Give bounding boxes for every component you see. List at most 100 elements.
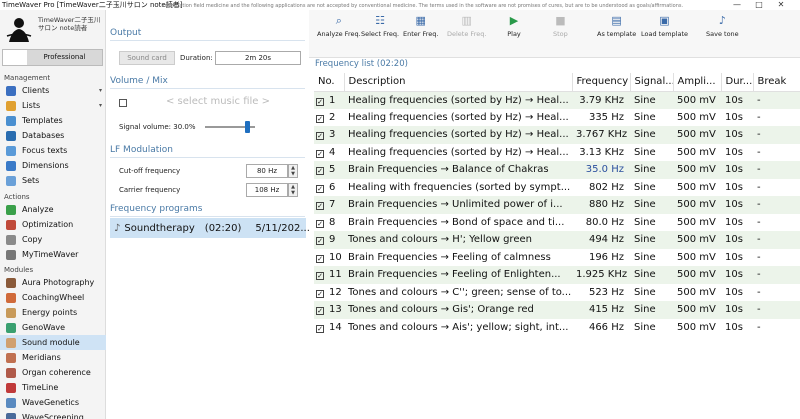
column-header[interactable]: Ampli... <box>673 73 722 92</box>
table-row[interactable]: ✓ 11 Brain Frequencies → Feeling of Enligh… <box>314 266 800 284</box>
table-row[interactable]: ✓ 5 Brain Frequencies → Balance of Chakras… <box>314 161 800 179</box>
table-row[interactable]: ✓ 2 Healing frequencies (sorted by Hz) → H… <box>314 109 800 127</box>
table-row[interactable]: ✓ 9 Tones and colours → H'; Yellow green 49… <box>314 231 800 249</box>
save-tone-button[interactable]: ♪ Save tone <box>706 14 739 38</box>
sidebar-item-sets[interactable]: Sets <box>0 173 106 188</box>
column-header[interactable]: Signal... <box>630 73 674 92</box>
row-checkbox[interactable]: ✓ <box>316 149 324 158</box>
template-icon: ▤ <box>611 14 622 27</box>
cell-amp: 500 mV <box>673 126 721 144</box>
sidebar-item-wavegenetics[interactable]: WaveGenetics <box>0 395 106 410</box>
analyze-freq-button[interactable]: ⌕ Analyze Freq. <box>317 14 361 38</box>
sidebar-item-mytimewaver[interactable]: MyTimeWaver <box>0 247 106 262</box>
delete-freq-button[interactable]: ▥ Delete Freq. <box>447 14 486 38</box>
column-header[interactable]: Dur... <box>721 73 754 92</box>
cell-amp: 500 mV <box>673 196 721 214</box>
sidebar-item-sound-module[interactable]: Sound module <box>0 335 106 350</box>
table-row[interactable]: ✓ 12 Tones and colours → C''; green; sense… <box>314 284 800 302</box>
cutoff-frequency-field[interactable]: 80 Hz <box>246 164 288 178</box>
row-checkbox[interactable]: ✓ <box>316 324 324 333</box>
cell-freq: 196 Hz <box>588 251 624 263</box>
professional-button[interactable]: Professional <box>2 49 103 66</box>
table-row[interactable]: ✓ 4 Healing frequencies (sorted by Hz) → H… <box>314 144 800 162</box>
sidebar-item-focus-texts[interactable]: Focus texts <box>0 143 106 158</box>
profile-toggle-left[interactable] <box>3 50 27 65</box>
signal-volume-slider-handle[interactable] <box>245 121 250 133</box>
sidebar-item-lists[interactable]: Lists ▾ <box>0 98 106 113</box>
sidebar-item-clients[interactable]: Clients ▾ <box>0 83 106 98</box>
cell-freq: 3.767 KHz <box>572 126 630 144</box>
sidebar-item-templates[interactable]: Templates <box>0 113 106 128</box>
row-checkbox[interactable]: ✓ <box>316 184 324 193</box>
enter-freq-button[interactable]: ▦ Enter Freq. <box>403 14 439 38</box>
row-checkbox[interactable]: ✓ <box>316 254 324 263</box>
sidebar-item-genowave[interactable]: GenoWave <box>0 320 106 335</box>
as-template-button[interactable]: ▤ As template <box>597 14 636 38</box>
table-row[interactable]: ✓ 7 Brain Frequencies → Unlimited power of… <box>314 196 800 214</box>
column-header[interactable]: Frequency <box>572 73 631 92</box>
duration-field[interactable]: 2m 20s <box>215 51 301 65</box>
lf-divider <box>110 157 305 158</box>
table-row[interactable]: ✓ 14 Tones and colours → Ais'; yellow; sig… <box>314 319 800 337</box>
carrier-frequency-stepper[interactable]: ▲ ▼ <box>288 183 298 197</box>
row-number-cell: ✓ 13 <box>314 301 344 319</box>
select-music-file[interactable]: < select music file > <box>166 96 270 107</box>
row-checkbox[interactable]: ✓ <box>316 132 324 141</box>
row-checkbox[interactable]: ✓ <box>316 307 324 316</box>
table-row[interactable]: ✓ 3 Healing frequencies (sorted by Hz) → H… <box>314 126 800 144</box>
select-freq-button[interactable]: ☷ Select Freq. <box>361 14 399 38</box>
cell-dur: 10s <box>725 146 743 158</box>
row-checkbox[interactable]: ✓ <box>316 97 324 106</box>
table-row[interactable]: ✓ 10 Brain Frequencies → Feeling of calmne… <box>314 249 800 267</box>
row-number: 13 <box>329 304 342 316</box>
load-template-button[interactable]: ▣ Load template <box>641 14 688 38</box>
cell-amp: 500 mV <box>677 111 716 123</box>
sidebar-item-coachingwheel[interactable]: CoachingWheel <box>0 290 106 305</box>
sidebar-item-optimization[interactable]: Optimization <box>0 217 106 232</box>
sidebar-item-aura-photography[interactable]: Aura Photography <box>0 275 106 290</box>
sidebar-item-dimensions[interactable]: Dimensions <box>0 158 106 173</box>
cell-brk: - <box>757 181 761 193</box>
stop-button[interactable]: ■ Stop <box>553 14 568 38</box>
lists-icon <box>6 100 16 111</box>
chevron-down-icon[interactable]: ▾ <box>99 87 102 94</box>
actions-header: Actions <box>4 193 30 201</box>
cell-freq: 415 Hz <box>572 301 630 319</box>
column-header[interactable]: No. <box>314 73 345 92</box>
program-row[interactable]: ♪ Soundtherapy (02:20) 5/11/202... <box>110 218 310 238</box>
sidebar-item-energy-points[interactable]: Energy points <box>0 305 106 320</box>
cell-amp: 500 mV <box>677 181 716 193</box>
sidebar-item-organ-coherence[interactable]: Organ coherence <box>0 365 106 380</box>
sidebar-item-label: WaveScreening <box>22 413 84 419</box>
cell-desc: Brain Frequencies → Balance of Chakras <box>344 161 572 179</box>
row-checkbox[interactable]: ✓ <box>316 202 324 211</box>
row-checkbox[interactable]: ✓ <box>316 289 324 298</box>
row-checkbox[interactable]: ✓ <box>316 167 324 176</box>
sound-card-button[interactable]: Sound card <box>119 51 175 65</box>
carrier-frequency-field[interactable]: 108 Hz <box>246 183 288 197</box>
column-header[interactable]: Description <box>344 73 573 92</box>
chevron-down-icon[interactable]: ▾ <box>99 102 102 109</box>
cutoff-frequency-stepper[interactable]: ▲ ▼ <box>288 164 298 178</box>
table-row[interactable]: ✓ 6 Healing with frequencies (sorted by sy… <box>314 179 800 197</box>
table-row[interactable]: ✓ 8 Brain Frequencies → Bond of space and … <box>314 214 800 232</box>
toolbar-button-label: As template <box>597 30 637 38</box>
sidebar-item-timeline[interactable]: TimeLine <box>0 380 106 395</box>
sidebar-item-copy[interactable]: Copy <box>0 232 106 247</box>
row-checkbox[interactable]: ✓ <box>316 272 324 281</box>
row-checkbox[interactable]: ✓ <box>316 237 324 246</box>
table-row[interactable]: ✓ 13 Tones and colours → Gis'; Orange red 4… <box>314 301 800 319</box>
sidebar-item-meridians[interactable]: Meridians <box>0 350 106 365</box>
row-checkbox[interactable]: ✓ <box>316 114 324 123</box>
music-checkbox[interactable] <box>119 99 127 107</box>
sidebar-item-wavescreening[interactable]: WaveScreening <box>0 410 106 419</box>
cell-brk: - <box>757 251 761 263</box>
sidebar-item-analyze[interactable]: Analyze <box>0 202 106 217</box>
column-header[interactable]: Break <box>753 73 800 92</box>
play-button[interactable]: ▶ Play <box>507 14 521 38</box>
sidebar-item-databases[interactable]: Databases <box>0 128 106 143</box>
table-row[interactable]: ✓ 1 Healing frequencies (sorted by Hz) → H… <box>314 91 800 109</box>
cell-brk: - <box>753 161 800 179</box>
row-checkbox[interactable]: ✓ <box>316 219 324 228</box>
save-tone-icon: ♪ <box>718 14 726 27</box>
